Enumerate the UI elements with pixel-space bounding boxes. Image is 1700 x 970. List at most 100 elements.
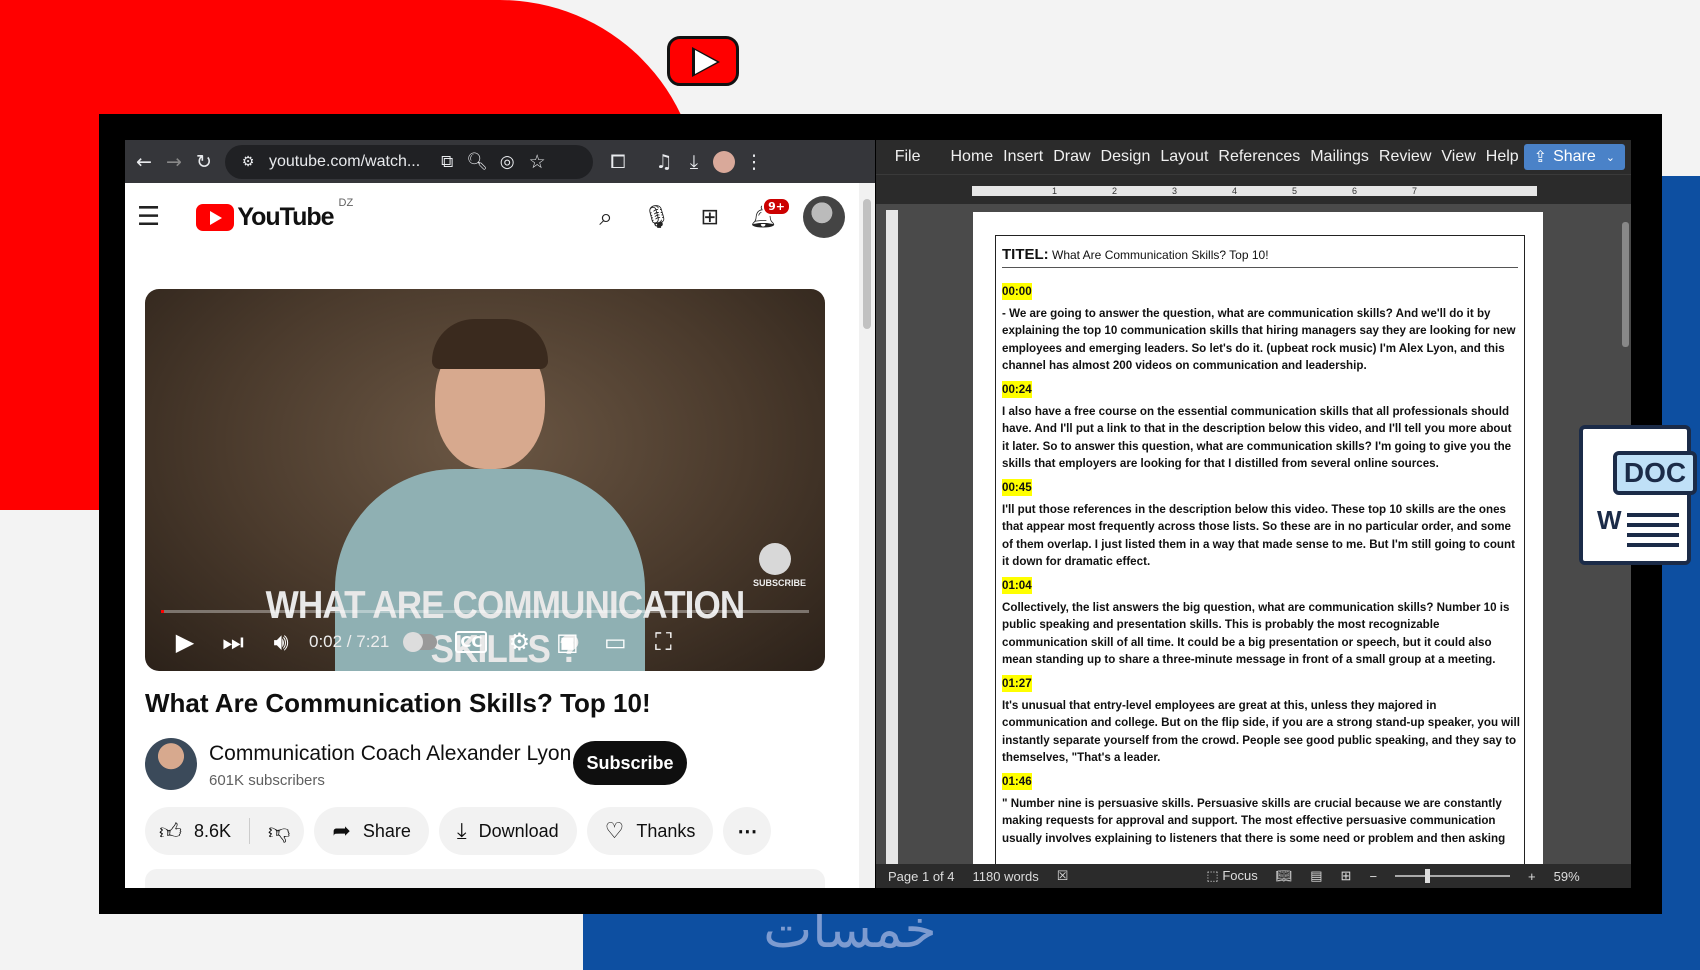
menu-review[interactable]: Review (1374, 148, 1436, 166)
transcript-body: 00:00 - We are going to answer the questi… (1002, 276, 1520, 847)
subscribe-button[interactable]: Subscribe (573, 741, 687, 785)
menu-help[interactable]: Help (1481, 148, 1524, 166)
focus-mode[interactable]: ⬚ Focus (1206, 868, 1257, 884)
microphone-icon[interactable]: 🎙︎ (643, 205, 671, 230)
scrollbar-thumb[interactable] (863, 199, 871, 329)
document-scrollbar[interactable] (1622, 222, 1629, 347)
player-controls: ▶ ⏭ 🔊︎ 0:02 / 7:21 CC ⚙ ▣ ▭ ⛶ (161, 622, 809, 662)
back-icon[interactable]: ← (129, 147, 159, 177)
focus-label: Focus (1222, 868, 1258, 883)
menu-design[interactable]: Design (1096, 148, 1156, 166)
thanks-button[interactable]: ♡ Thanks (586, 807, 714, 855)
profile-avatar[interactable] (709, 147, 739, 177)
autoplay-toggle[interactable] (403, 632, 438, 652)
channel-avatar[interactable] (145, 738, 197, 790)
zoom-icon[interactable]: 🔍︎ (462, 147, 492, 177)
browser-menu-icon[interactable]: ⋮ (739, 147, 769, 177)
proofing-icon[interactable]: ☒ (1057, 868, 1069, 884)
zoom-slider-knob[interactable] (1425, 869, 1431, 883)
notifications-bell-icon[interactable]: 🔔︎ 9+ (749, 196, 791, 230)
search-icon[interactable]: ⌕ (599, 203, 612, 231)
notification-count-badge: 9+ (762, 196, 791, 216)
download-icon[interactable]: ⤓ (679, 147, 709, 177)
page-indicator[interactable]: Page 1 of 4 (888, 869, 955, 884)
read-mode-icon[interactable]: 📖︎ (1276, 868, 1293, 884)
address-bar[interactable]: ⚙ youtube.com/watch... ⧉ 🔍︎ ◎ ☆ (225, 144, 593, 179)
hamburger-menu-icon[interactable]: ☰ (137, 202, 160, 232)
print-layout-icon[interactable]: ▤ (1310, 868, 1322, 884)
fullscreen-icon[interactable]: ⛶ (639, 628, 687, 656)
theater-mode-icon[interactable]: ▭ (591, 628, 639, 656)
title-label: TITEL: (1002, 246, 1049, 263)
menu-home[interactable]: Home (945, 148, 998, 166)
menu-file[interactable]: File (890, 148, 926, 166)
timestamp: 00:24 (1002, 381, 1032, 399)
page-scrollbar[interactable] (859, 183, 875, 888)
site-info-icon[interactable]: ⚙ (233, 147, 263, 177)
document-page[interactable]: TITEL: What Are Communication Skills? To… (973, 212, 1543, 888)
menu-layout[interactable]: Layout (1155, 148, 1213, 166)
channel-name[interactable]: Communication Coach Alexander Lyon (209, 742, 571, 766)
download-button[interactable]: ⤓ Download (438, 807, 577, 855)
zoom-level[interactable]: 59% (1554, 869, 1580, 884)
dislike-icon[interactable]: 👎︎ (268, 818, 290, 845)
menu-insert[interactable]: Insert (998, 148, 1048, 166)
zoom-out-icon[interactable]: − (1369, 869, 1377, 884)
word-window: File Home Insert Draw Design Layout Refe… (876, 140, 1631, 888)
channel-row: Communication Coach Alexander Lyon 601K … (145, 738, 845, 794)
subscribe-watermark-label: SUBSCRIBE (753, 578, 807, 588)
focus-icon: ⬚ (1206, 868, 1223, 883)
like-icon[interactable]: 👍︎ (159, 818, 182, 845)
page-border: TITEL: What Are Communication Skills? To… (995, 235, 1525, 888)
zoom-in-icon[interactable]: + (1528, 869, 1536, 884)
web-layout-icon[interactable]: ⊞ (1341, 868, 1352, 884)
settings-gear-icon[interactable]: ⚙ (495, 628, 543, 656)
thanks-label: Thanks (636, 820, 696, 841)
forward-icon[interactable]: → (159, 147, 189, 177)
star-icon[interactable]: ☆ (522, 147, 552, 177)
timestamp: 00:45 (1002, 479, 1032, 497)
video-progress-bar[interactable] (161, 610, 809, 613)
video-player[interactable]: SUBSCRIBE WHAT ARE COMMUNICATION SKILLS … (145, 289, 825, 671)
create-video-icon[interactable]: ⊞ (701, 205, 719, 230)
next-icon[interactable]: ⏭ (209, 628, 257, 656)
like-count[interactable]: 8.6K (194, 821, 231, 842)
vertical-ruler[interactable] (886, 210, 898, 878)
url-text[interactable]: youtube.com/watch... (269, 153, 420, 171)
download-label: Download (478, 820, 559, 841)
divider (249, 818, 251, 844)
transcript-block: 01:27 It's unusual that entry-level emplo… (1002, 668, 1520, 766)
horizontal-ruler[interactable]: 1234567 (876, 174, 1631, 204)
eye-off-icon[interactable]: ◎ (492, 147, 522, 177)
miniplayer-icon[interactable]: ▣ (543, 628, 591, 656)
word-count[interactable]: 1180 words (973, 869, 1039, 884)
ruler-scale: 1234567 (972, 186, 1537, 196)
menu-draw[interactable]: Draw (1048, 148, 1095, 166)
captions-icon[interactable]: CC (447, 631, 495, 653)
description-card[interactable] (145, 869, 825, 888)
text-lines-icon (1627, 513, 1679, 553)
volume-icon[interactable]: 🔊︎ (257, 628, 305, 656)
account-avatar[interactable] (803, 196, 845, 238)
word-share-label: Share (1553, 148, 1596, 165)
play-icon[interactable]: ▶ (161, 628, 209, 656)
video-frame-hair (432, 319, 548, 369)
reload-icon[interactable]: ↻ (189, 147, 219, 177)
extensions-icon[interactable]: ⧠ (603, 147, 633, 177)
youtube-logo[interactable]: YouTube DZ (196, 197, 353, 232)
menu-view[interactable]: View (1436, 148, 1480, 166)
open-external-icon[interactable]: ⧉ (432, 147, 462, 177)
zoom-slider[interactable] (1395, 869, 1511, 883)
transcript-block: 01:46 " Number nine is persuasive skills.… (1002, 766, 1520, 847)
media-icon[interactable]: ♫ (649, 147, 679, 177)
timestamp: 01:27 (1002, 675, 1032, 693)
word-share-button[interactable]: ⇪ Share ⌄ (1523, 144, 1625, 170)
more-actions-button[interactable]: ⋯ (723, 807, 772, 855)
video-actions: 👍︎ 8.6K 👎︎ ➦ Share ⤓ Download ♡ Thanks ⋯ (145, 807, 845, 857)
menu-mailings[interactable]: Mailings (1305, 148, 1374, 166)
timestamp: 01:04 (1002, 577, 1032, 595)
subscribe-watermark[interactable]: SUBSCRIBE (753, 543, 806, 588)
video-time: 0:02 / 7:21 (309, 632, 390, 651)
share-button[interactable]: ➦ Share (314, 807, 429, 855)
menu-references[interactable]: References (1213, 148, 1305, 166)
